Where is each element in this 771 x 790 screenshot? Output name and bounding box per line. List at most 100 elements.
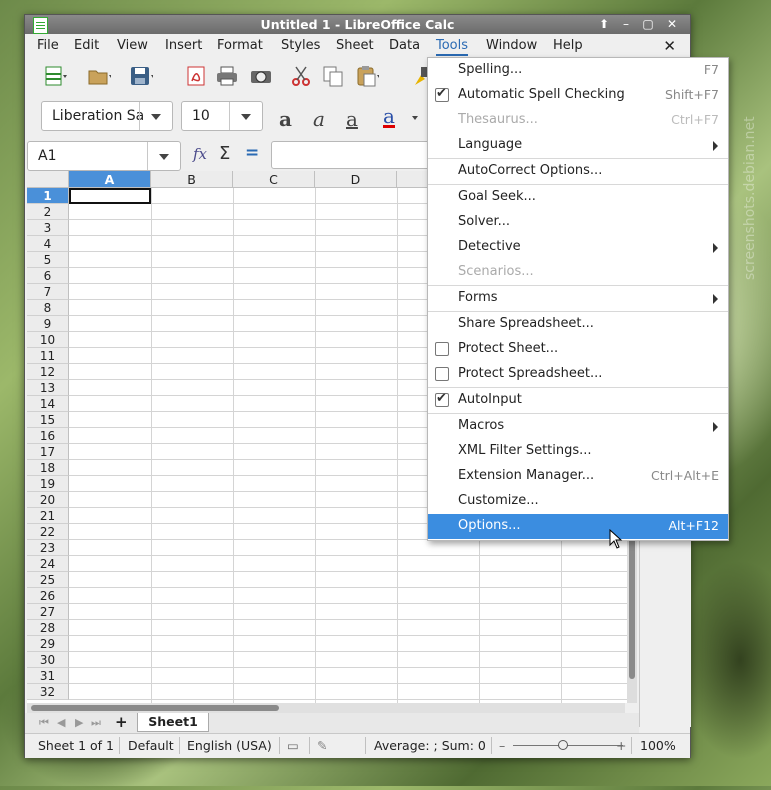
name-box-dropdown-icon[interactable]	[147, 142, 180, 170]
zoom-out-icon[interactable]: –	[499, 738, 505, 753]
column-header-a[interactable]: A	[69, 171, 151, 188]
horizontal-scroll-thumb[interactable]	[31, 705, 279, 711]
paste-icon[interactable]	[355, 65, 381, 87]
menu-item-macros[interactable]: Macros	[428, 414, 728, 439]
row-header[interactable]: 1	[27, 188, 69, 204]
row-header[interactable]: 13	[27, 380, 69, 396]
menu-item-share-spreadsheet[interactable]: Share Spreadsheet...	[428, 312, 728, 337]
row-header[interactable]: 9	[27, 316, 69, 332]
status-page-style[interactable]: Default	[128, 738, 174, 753]
menu-window[interactable]: Window	[486, 38, 537, 53]
menu-format[interactable]: Format	[217, 38, 263, 53]
row-header[interactable]: 29	[27, 636, 69, 652]
menu-item-protect-sheet[interactable]: Protect Sheet...	[428, 337, 728, 362]
row-header[interactable]: 31	[27, 668, 69, 684]
menu-item-autocorrect-options[interactable]: AutoCorrect Options...	[428, 159, 728, 184]
menu-edit[interactable]: Edit	[74, 38, 99, 53]
row-header[interactable]: 28	[27, 620, 69, 636]
row-header[interactable]: 21	[27, 508, 69, 524]
menu-tools[interactable]: Tools	[436, 38, 469, 56]
document-modified-icon[interactable]: ✎	[317, 738, 327, 753]
row-header[interactable]: 27	[27, 604, 69, 620]
row-header[interactable]: 25	[27, 572, 69, 588]
row-header[interactable]: 2	[27, 204, 69, 220]
menu-item-forms[interactable]: Forms	[428, 286, 728, 311]
row-header[interactable]: 4	[27, 236, 69, 252]
menu-item-autoinput[interactable]: AutoInput	[428, 388, 728, 413]
column-header-c[interactable]: C	[233, 171, 315, 188]
print-icon[interactable]	[215, 65, 239, 87]
menu-item-detective[interactable]: Detective	[428, 235, 728, 260]
row-header[interactable]: 6	[27, 268, 69, 284]
minimize-icon[interactable]: –	[617, 17, 635, 32]
row-header[interactable]: 3	[27, 220, 69, 236]
close-icon[interactable]: ✕	[663, 17, 681, 32]
menu-help[interactable]: Help	[553, 38, 583, 53]
font-color-dropdown-icon[interactable]	[411, 115, 421, 123]
column-header-d[interactable]: D	[315, 171, 397, 188]
first-sheet-icon[interactable]: ⏮	[39, 716, 49, 730]
last-sheet-icon[interactable]: ⏭	[91, 716, 101, 730]
column-header-b[interactable]: B	[151, 171, 233, 188]
shade-icon[interactable]: ⬆	[595, 17, 613, 32]
font-size-dropdown-icon[interactable]	[229, 102, 262, 130]
menu-item-automatic-spell-checking[interactable]: Automatic Spell Checking Shift+F7	[428, 83, 728, 108]
menu-file[interactable]: File	[37, 38, 59, 53]
function-wizard-icon[interactable]: fx	[193, 145, 207, 163]
menu-styles[interactable]: Styles	[281, 38, 320, 53]
menu-item-protect-spreadsheet[interactable]: Protect Spreadsheet...	[428, 362, 728, 387]
row-header[interactable]: 11	[27, 348, 69, 364]
export-pdf-icon[interactable]	[185, 65, 209, 87]
next-sheet-icon[interactable]: ▶	[75, 716, 83, 729]
row-header[interactable]: 22	[27, 524, 69, 540]
status-sheet[interactable]: Sheet 1 of 1	[38, 738, 114, 753]
italic-icon[interactable]: a	[313, 107, 325, 131]
selected-cell-a1[interactable]	[69, 188, 151, 204]
sheet-tab-sheet1[interactable]: Sheet1	[137, 713, 209, 732]
row-header[interactable]: 20	[27, 492, 69, 508]
menu-data[interactable]: Data	[389, 38, 420, 53]
menu-item-solver[interactable]: Solver...	[428, 210, 728, 235]
title-bar[interactable]: Untitled 1 - LibreOffice Calc ⬆ – ▢ ✕	[25, 15, 690, 34]
horizontal-scrollbar[interactable]	[27, 703, 625, 713]
insert-mode-icon[interactable]: ▭	[287, 738, 299, 753]
prev-sheet-icon[interactable]: ◀	[57, 716, 65, 729]
status-language[interactable]: English (USA)	[187, 738, 272, 753]
cut-icon[interactable]	[289, 65, 313, 87]
menu-sheet[interactable]: Sheet	[336, 38, 374, 53]
row-header[interactable]: 24	[27, 556, 69, 572]
open-folder-icon[interactable]	[87, 65, 113, 87]
font-name-dropdown-icon[interactable]	[139, 102, 172, 130]
copy-icon[interactable]	[321, 65, 345, 87]
bold-icon[interactable]: a	[279, 107, 292, 131]
row-header[interactable]: 15	[27, 412, 69, 428]
menu-item-customize[interactable]: Customize...	[428, 489, 728, 514]
row-header[interactable]: 8	[27, 300, 69, 316]
row-header[interactable]: 19	[27, 476, 69, 492]
select-all-corner[interactable]	[27, 171, 69, 188]
sum-icon[interactable]: Σ	[219, 143, 230, 164]
font-size-combo[interactable]: 10	[181, 101, 263, 131]
row-header[interactable]: 18	[27, 460, 69, 476]
zoom-slider-knob[interactable]	[558, 740, 568, 750]
zoom-percent[interactable]: 100%	[640, 738, 676, 753]
row-header[interactable]: 30	[27, 652, 69, 668]
row-header[interactable]: 23	[27, 540, 69, 556]
row-header[interactable]: 32	[27, 684, 69, 700]
menu-item-goal-seek[interactable]: Goal Seek...	[428, 185, 728, 210]
close-document-icon[interactable]: ✕	[663, 37, 676, 55]
row-header[interactable]: 5	[27, 252, 69, 268]
row-header[interactable]: 16	[27, 428, 69, 444]
underline-icon[interactable]: a	[346, 107, 358, 131]
new-spreadsheet-icon[interactable]	[43, 65, 67, 87]
save-icon[interactable]	[129, 65, 155, 87]
menu-item-options[interactable]: Options... Alt+F12	[428, 514, 728, 539]
row-header[interactable]: 14	[27, 396, 69, 412]
print-preview-icon[interactable]	[249, 65, 273, 87]
font-color-icon[interactable]: a	[383, 106, 395, 128]
maximize-icon[interactable]: ▢	[639, 17, 657, 32]
row-header[interactable]: 10	[27, 332, 69, 348]
formula-input[interactable]	[271, 141, 433, 169]
zoom-in-icon[interactable]: +	[616, 738, 626, 753]
font-name-combo[interactable]: Liberation Sa	[41, 101, 173, 131]
